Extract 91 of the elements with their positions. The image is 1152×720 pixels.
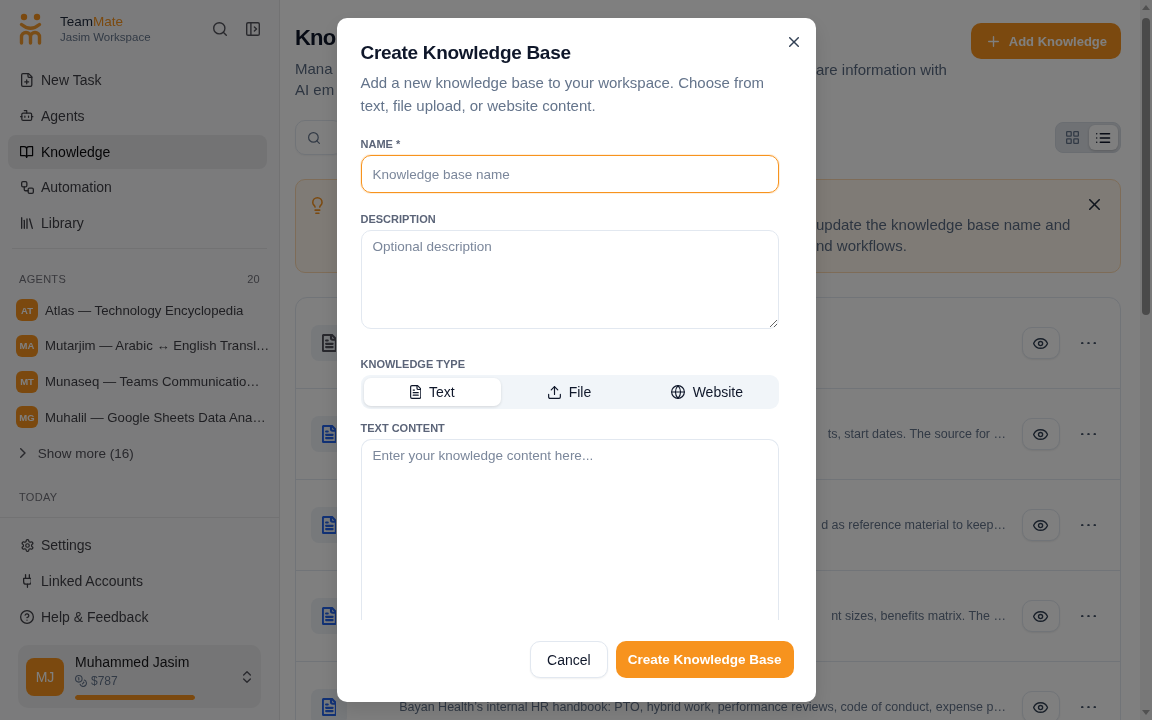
eye-icon — [1033, 428, 1049, 440]
search-icon — [308, 131, 320, 144]
eye-icon — [1033, 701, 1049, 713]
more-icon[interactable] — [1081, 341, 1096, 345]
textarea-field[interactable]: Enter your knowledge content here... — [360, 439, 779, 620]
agent-avatar: MT — [16, 370, 38, 393]
show-more-button[interactable]: Show more (16) — [8, 436, 267, 470]
preview-button[interactable] — [1022, 327, 1060, 359]
type-tab[interactable]: Website — [638, 378, 776, 406]
nav-item[interactable]: Help & Feedback — [8, 599, 267, 634]
agent-item[interactable]: MA Mutarjim — Arabic ↔ English Transl… — [8, 328, 279, 363]
tip-text: nd workflows. — [816, 235, 908, 256]
type-tab[interactable]: Text — [363, 378, 501, 406]
preview-button[interactable] — [1022, 600, 1060, 632]
document-icon — [409, 385, 422, 399]
agent-count: 20 — [247, 272, 260, 286]
preview-button[interactable] — [1022, 509, 1060, 541]
page-description: AI em — [295, 80, 336, 100]
grid-icon — [1066, 131, 1079, 144]
library-icon — [21, 217, 33, 229]
close-icon[interactable] — [788, 37, 799, 47]
settings-icon — [20, 538, 34, 552]
preview-button[interactable] — [1022, 691, 1060, 720]
field-label: NAME * — [360, 137, 402, 151]
sidebar-toggle-icon[interactable] — [246, 22, 260, 36]
agent-item[interactable]: AT Atlas — Technology Encyclopedia — [8, 293, 279, 327]
preview-button[interactable] — [1022, 418, 1060, 450]
nav-item[interactable]: Knowledge — [8, 134, 267, 169]
book-icon — [20, 145, 34, 158]
input-field[interactable]: Knowledge base name — [360, 155, 779, 193]
nav-item[interactable]: Settings — [8, 528, 267, 562]
more-icon[interactable] — [1081, 705, 1096, 709]
create-button[interactable]: Create Knowledge Base — [615, 641, 794, 678]
page-title: Kno — [295, 24, 336, 52]
eye-icon — [1033, 610, 1049, 622]
nav-item[interactable]: New Task — [8, 63, 267, 97]
globe-icon — [670, 385, 685, 399]
cancel-button[interactable]: Cancel — [530, 641, 608, 678]
user-name: Muhammed Jasim — [75, 653, 191, 671]
field-label: TEXT CONTENT — [360, 421, 446, 435]
nav-item[interactable]: Agents — [8, 98, 267, 133]
item-description: nt sizes, benefits matrix. The … — [831, 608, 1006, 625]
more-icon[interactable] — [1081, 432, 1096, 436]
app-name: TeamMate — [60, 13, 125, 30]
type-tab[interactable]: File — [500, 378, 639, 406]
logo-icon — [18, 13, 43, 45]
workflow-icon — [20, 180, 34, 194]
scrollbar-thumb[interactable] — [1142, 18, 1150, 315]
coins-icon — [75, 675, 87, 687]
help-icon — [20, 609, 34, 624]
section-label: TODAY — [18, 490, 59, 504]
item-description: Bayan Health’s internal HR handbook: PTO, hybrid work, performance reviews, code of conduct, expense p… — [399, 699, 1006, 716]
tip-text: update the knowledge base name and — [816, 214, 1068, 235]
agent-item[interactable]: MT Munaseq — Teams Communicatio… — [8, 364, 279, 399]
nav-item[interactable]: Linked Accounts — [8, 563, 267, 598]
agent-item[interactable]: MG Muhalil — Google Sheets Data Ana… — [8, 400, 279, 435]
plus-icon — [987, 35, 999, 47]
chevron-right-icon — [20, 448, 26, 458]
item-description: ts, start dates. The source for … — [827, 426, 1006, 443]
eye-icon — [1033, 519, 1049, 531]
user-card[interactable]: MJ Muhammed Jasim $787 — [18, 645, 261, 708]
lightbulb-icon — [312, 197, 323, 214]
more-icon[interactable] — [1081, 523, 1096, 527]
agent-avatar: MA — [16, 334, 38, 357]
list-icon — [1096, 132, 1111, 143]
agent-avatar: MG — [16, 406, 38, 429]
chevrons-up-down-icon — [243, 670, 251, 683]
item-description: d as reference material to keep… — [821, 517, 1006, 534]
credit-balance: $787 — [91, 674, 118, 688]
textarea-field[interactable]: Optional description — [360, 230, 779, 329]
dialog-description: Add a new knowledge base to your workspace. Choose from text, file upload, or website content. — [360, 72, 766, 116]
field-label: KNOWLEDGE TYPE — [360, 357, 466, 371]
agent-avatar: AT — [16, 299, 38, 321]
page-description: are information with — [816, 60, 947, 80]
workspace-name: Jasim Workspace — [60, 29, 151, 45]
plug-icon — [22, 573, 32, 588]
close-icon[interactable] — [1088, 199, 1100, 210]
page-description: Mana — [295, 59, 334, 79]
more-icon[interactable] — [1081, 614, 1096, 618]
section-label: AGENTS — [19, 272, 67, 286]
dialog-title: Create Knowledge Base — [360, 41, 572, 65]
upload-icon — [547, 385, 561, 399]
search-icon[interactable] — [213, 22, 227, 36]
user-avatar: MJ — [26, 657, 64, 696]
eye-icon — [1033, 337, 1049, 349]
nav-item[interactable]: Library — [8, 206, 267, 240]
file-plus-icon — [21, 73, 33, 87]
field-label: DESCRIPTION — [360, 212, 437, 226]
robot-icon — [20, 110, 34, 122]
list-view-button[interactable] — [1089, 125, 1118, 150]
nav-item[interactable]: Automation — [8, 170, 267, 205]
